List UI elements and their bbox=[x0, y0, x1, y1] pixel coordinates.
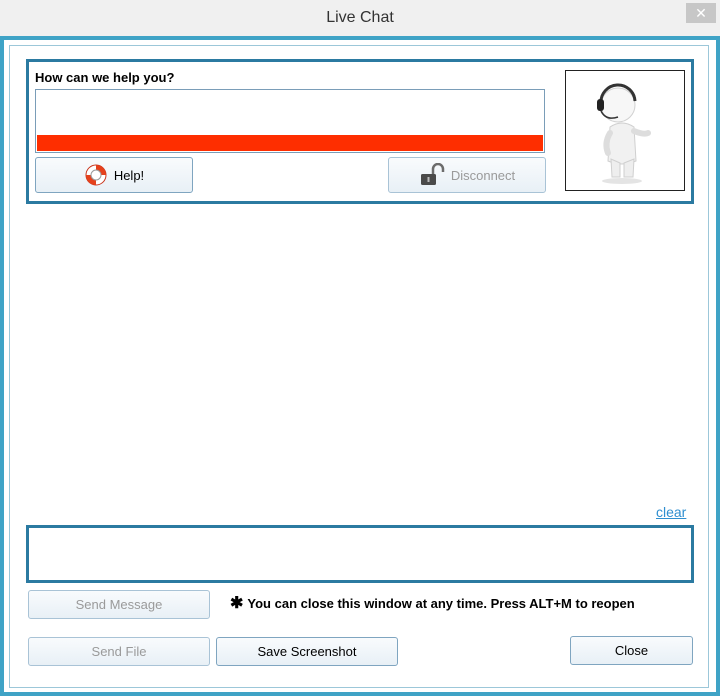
send-file-label: Send File bbox=[91, 644, 147, 659]
window-title: Live Chat bbox=[326, 9, 394, 26]
alert-bar bbox=[37, 135, 543, 151]
send-message-button[interactable]: Send Message bbox=[28, 590, 210, 619]
support-avatar bbox=[565, 70, 685, 191]
close-button[interactable]: Close bbox=[570, 636, 693, 665]
chat-transcript[interactable] bbox=[30, 210, 690, 500]
help-button-label: Help! bbox=[113, 167, 145, 183]
close-hint-text: You can close this window at any time. P… bbox=[247, 596, 635, 611]
clear-link[interactable]: clear bbox=[656, 504, 686, 520]
disconnect-button[interactable]: Disconnect bbox=[388, 157, 546, 193]
send-message-label: Send Message bbox=[75, 597, 163, 612]
help-question-input[interactable] bbox=[35, 89, 545, 153]
asterisk-icon: ✱ bbox=[230, 595, 244, 612]
save-screenshot-button[interactable]: Save Screenshot bbox=[216, 637, 398, 666]
unlocked-padlock-icon bbox=[420, 163, 445, 185]
help-button[interactable]: Help! bbox=[35, 157, 193, 193]
save-screenshot-label: Save Screenshot bbox=[257, 644, 357, 659]
close-hint: ✱ You can close this window at any time. … bbox=[230, 593, 635, 613]
support-agent-headset-icon bbox=[597, 83, 651, 184]
message-input[interactable] bbox=[26, 525, 694, 583]
disconnect-button-label: Disconnect bbox=[450, 167, 516, 183]
help-prompt-label: How can we help you? bbox=[35, 70, 175, 85]
lifebuoy-icon bbox=[85, 164, 107, 186]
send-file-button[interactable]: Send File bbox=[28, 637, 210, 666]
close-button-label: Close bbox=[614, 643, 649, 658]
window-close-icon[interactable]: ✕ bbox=[686, 3, 716, 23]
